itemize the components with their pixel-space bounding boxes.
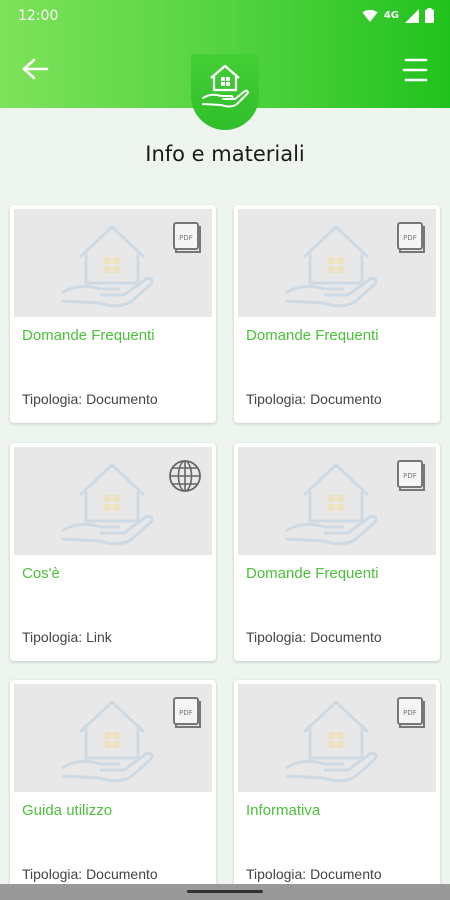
card-title: Domande Frequenti	[246, 327, 379, 344]
material-card[interactable]: PDF Domande Frequenti Tipologia: Documen…	[10, 205, 216, 423]
status-icons: 4G	[362, 8, 434, 23]
material-card[interactable]: PDF Domande Frequenti Tipologia: Documen…	[234, 443, 440, 661]
hamburger-menu-icon	[402, 58, 428, 82]
back-button[interactable]	[20, 56, 50, 82]
pdf-icon: PDF	[397, 460, 425, 491]
house-hand-logo-icon	[202, 64, 249, 108]
card-thumbnail	[14, 447, 212, 555]
system-navigation-bar	[0, 884, 450, 900]
pdf-icon: PDF	[173, 222, 201, 253]
home-gesture-handle[interactable]	[187, 890, 263, 893]
network-type: 4G	[383, 10, 399, 21]
card-thumbnail: PDF	[238, 209, 436, 317]
house-hand-watermark-icon	[285, 462, 378, 546]
pdf-icon: PDF	[397, 697, 425, 728]
card-type-label: Tipologia: Documento	[246, 391, 382, 407]
card-title: Domande Frequenti	[246, 565, 379, 582]
svg-text:PDF: PDF	[403, 709, 417, 717]
material-card[interactable]: PDF Domande Frequenti Tipologia: Documen…	[234, 205, 440, 423]
svg-text:PDF: PDF	[179, 234, 193, 242]
svg-text:PDF: PDF	[403, 472, 417, 480]
house-hand-watermark-icon	[285, 699, 378, 783]
pdf-icon: PDF	[397, 222, 425, 253]
app-logo	[191, 54, 259, 130]
card-title: Domande Frequenti	[22, 327, 155, 344]
battery-icon	[425, 8, 434, 23]
card-type-label: Tipologia: Documento	[246, 629, 382, 645]
house-hand-watermark-icon	[61, 224, 154, 308]
status-bar: 12:00 4G	[0, 0, 450, 32]
card-type-label: Tipologia: Documento	[246, 866, 382, 882]
house-hand-watermark-icon	[61, 462, 154, 546]
card-thumbnail: PDF	[238, 447, 436, 555]
wifi-icon	[362, 9, 378, 22]
house-hand-watermark-icon	[285, 224, 378, 308]
signal-icon	[405, 8, 419, 23]
house-hand-watermark-icon	[61, 699, 154, 783]
menu-button[interactable]	[400, 56, 430, 84]
material-card[interactable]: Cos'è Tipologia: Link	[10, 443, 216, 661]
material-card[interactable]: PDF Informativa Tipologia: Documento	[234, 680, 440, 898]
card-title: Informativa	[246, 802, 321, 819]
page-title: Info e materiali	[145, 142, 305, 166]
card-title: Cos'è	[22, 565, 60, 582]
card-thumbnail: PDF	[14, 684, 212, 792]
card-type-label: Tipologia: Link	[22, 629, 112, 645]
card-thumbnail: PDF	[14, 209, 212, 317]
arrow-left-icon	[22, 58, 49, 80]
globe-icon	[169, 460, 201, 492]
status-time: 12:00	[18, 8, 59, 24]
card-type-label: Tipologia: Documento	[22, 391, 158, 407]
pdf-icon: PDF	[173, 697, 201, 728]
card-title: Guida utilizzo	[22, 802, 113, 819]
material-card[interactable]: PDF Guida utilizzo Tipologia: Documento	[10, 680, 216, 898]
svg-text:PDF: PDF	[179, 709, 193, 717]
card-type-label: Tipologia: Documento	[22, 866, 158, 882]
card-thumbnail: PDF	[238, 684, 436, 792]
svg-text:PDF: PDF	[403, 234, 417, 242]
